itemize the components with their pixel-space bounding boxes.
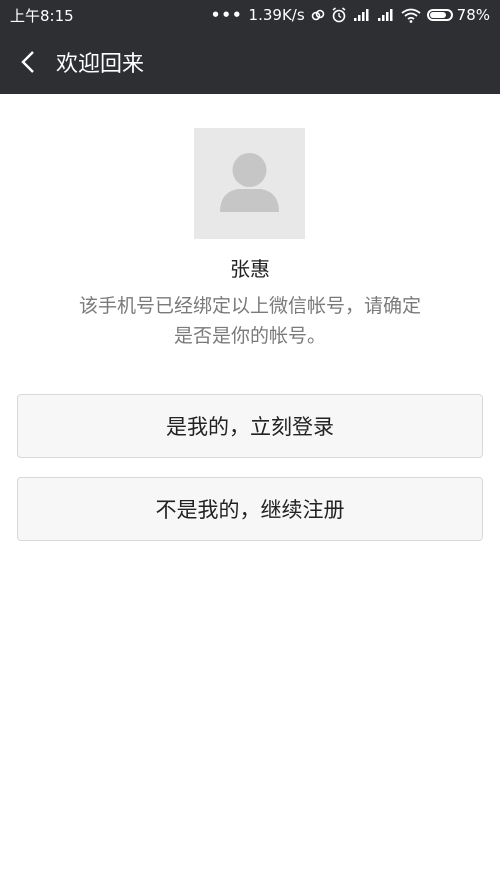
battery-icon: 78%: [426, 6, 490, 24]
battery-fill: [429, 12, 446, 18]
network-speed: 1.39K/s: [248, 6, 305, 24]
signal-icon: [377, 8, 395, 22]
back-button[interactable]: [6, 30, 52, 94]
wifi-icon: [401, 8, 421, 23]
status-bar: 上午8:15 ••• 1.39K/s 78%: [0, 0, 500, 30]
continue-register-button[interactable]: 不是我的，继续注册: [17, 477, 483, 541]
info-line-2: 是否是你的帐号。: [173, 325, 326, 347]
user-name: 张惠: [230, 257, 270, 281]
status-left: 上午8:15: [10, 5, 74, 26]
alarm-icon: [331, 7, 347, 23]
confirm-login-button[interactable]: 是我的，立刻登录: [17, 394, 483, 458]
nav-bar: 欢迎回来: [0, 30, 500, 94]
info-message: 该手机号已经绑定以上微信帐号，请确定 是否是你的帐号。: [40, 291, 460, 351]
status-time: 上午8:15: [10, 6, 74, 25]
battery-percent: 78%: [456, 6, 490, 24]
info-line-1: 该手机号已经绑定以上微信帐号，请确定: [78, 295, 421, 317]
signal-icon: [353, 8, 371, 22]
screen: 上午8:15 ••• 1.39K/s 78% 欢迎回来 张惠 该手机号已经绑定以…: [0, 0, 500, 888]
status-right: ••• 1.39K/s 78%: [211, 6, 490, 24]
link-icon: [311, 8, 325, 22]
battery-shell: [426, 9, 453, 21]
avatar: [194, 128, 305, 239]
more-dots-icon: •••: [210, 6, 243, 24]
page-title: 欢迎回来: [56, 52, 145, 77]
default-avatar-icon: [220, 153, 279, 212]
chevron-left-icon: [21, 51, 34, 73]
